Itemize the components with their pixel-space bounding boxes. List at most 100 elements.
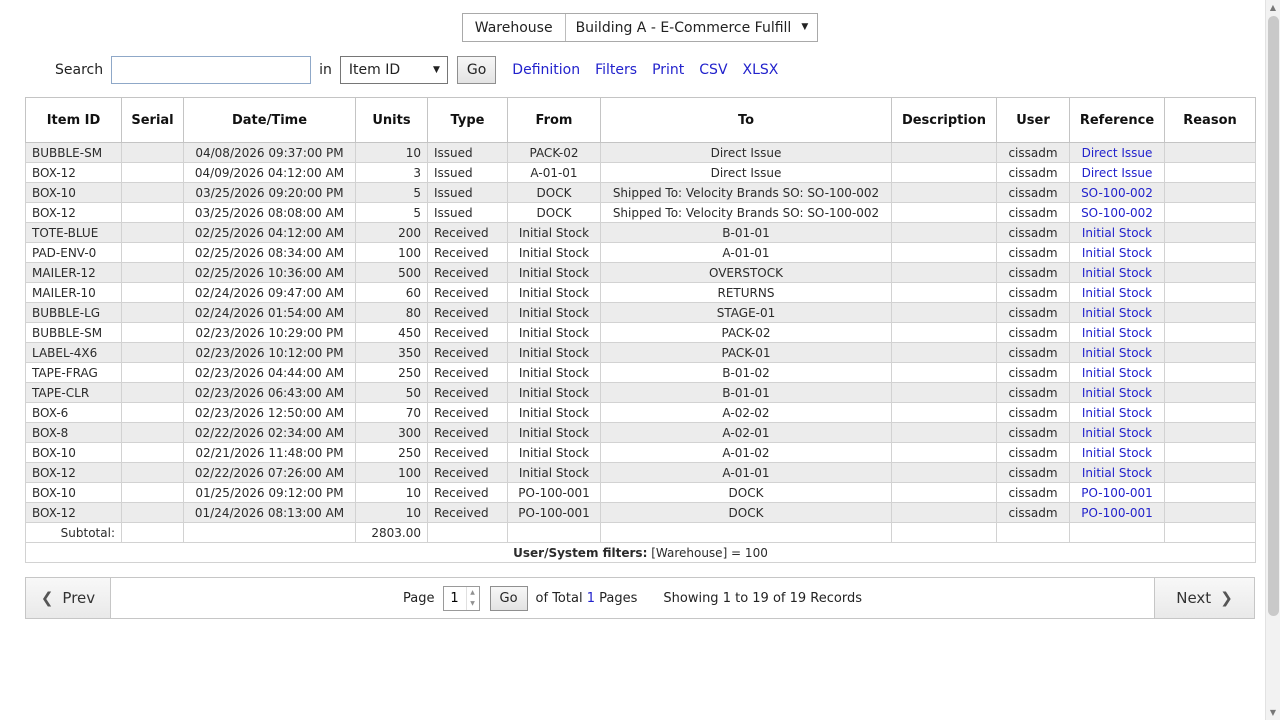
cell-desc — [892, 163, 997, 183]
cell-units: 5 — [356, 183, 428, 203]
cell-to: B-01-01 — [601, 383, 892, 403]
cell-serial — [122, 323, 184, 343]
cell-datetime: 02/24/2026 09:47:00 AM — [184, 283, 356, 303]
reference-link[interactable]: Direct Issue — [1082, 146, 1153, 160]
column-header: Item ID — [26, 98, 122, 143]
cell-reason — [1165, 343, 1256, 363]
cell-item: MAILER-12 — [26, 263, 122, 283]
reference-link[interactable]: Initial Stock — [1082, 366, 1152, 380]
column-header: Date/Time — [184, 98, 356, 143]
warehouse-select[interactable]: Building A - E-Commerce Fulfill ▼ — [566, 14, 818, 41]
stepper-up-icon[interactable]: ▲ — [467, 587, 479, 599]
filter-note: User/System filters: [Warehouse] = 100 — [26, 543, 1256, 563]
cell-ref: Initial Stock — [1070, 243, 1165, 263]
reference-link[interactable]: PO-100-001 — [1081, 486, 1152, 500]
reference-link[interactable]: Initial Stock — [1082, 286, 1152, 300]
xlsx-link[interactable]: XLSX — [743, 62, 779, 78]
cell-type: Received — [428, 363, 508, 383]
reference-link[interactable]: Initial Stock — [1082, 466, 1152, 480]
vertical-scrollbar[interactable]: ▲ ▼ — [1265, 0, 1280, 720]
cell-to: OVERSTOCK — [601, 263, 892, 283]
cell-user: cissadm — [997, 183, 1070, 203]
cell-serial — [122, 363, 184, 383]
search-label: Search — [55, 62, 103, 78]
reference-link[interactable]: Initial Stock — [1082, 326, 1152, 340]
cell-ref: Initial Stock — [1070, 443, 1165, 463]
chevron-down-icon: ▼ — [801, 23, 808, 32]
cell-user: cissadm — [997, 323, 1070, 343]
cell-serial — [122, 243, 184, 263]
cell-type: Received — [428, 443, 508, 463]
cell-datetime: 02/24/2026 01:54:00 AM — [184, 303, 356, 323]
cell-datetime: 02/23/2026 10:29:00 PM — [184, 323, 356, 343]
cell-units: 10 — [356, 483, 428, 503]
table-row: TAPE-FRAG02/23/2026 04:44:00 AM250Receiv… — [26, 363, 1256, 383]
reference-link[interactable]: SO-100-002 — [1081, 206, 1153, 220]
cell-from: Initial Stock — [508, 383, 601, 403]
chevron-down-icon: ▼ — [433, 66, 440, 75]
cell-desc — [892, 383, 997, 403]
reference-link[interactable]: Initial Stock — [1082, 386, 1152, 400]
cell-serial — [122, 143, 184, 163]
cell-datetime: 02/23/2026 12:50:00 AM — [184, 403, 356, 423]
cell-to: B-01-01 — [601, 223, 892, 243]
reference-link[interactable]: Initial Stock — [1082, 266, 1152, 280]
cell-ref: Initial Stock — [1070, 303, 1165, 323]
cell-user: cissadm — [997, 143, 1070, 163]
cell-ref: Direct Issue — [1070, 163, 1165, 183]
cell-desc — [892, 283, 997, 303]
reference-link[interactable]: Initial Stock — [1082, 226, 1152, 240]
reference-link[interactable]: Initial Stock — [1082, 246, 1152, 260]
search-input[interactable] — [111, 56, 311, 84]
total-pages-count: 1 — [587, 591, 595, 606]
definition-link[interactable]: Definition — [512, 62, 580, 78]
print-link[interactable]: Print — [652, 62, 684, 78]
table-row: BOX-802/22/2026 02:34:00 AM300ReceivedIn… — [26, 423, 1256, 443]
cell-datetime: 01/24/2026 08:13:00 AM — [184, 503, 356, 523]
cell-datetime: 02/23/2026 06:43:00 AM — [184, 383, 356, 403]
stepper-down-icon[interactable]: ▼ — [467, 598, 479, 610]
table-row: BOX-1001/25/2026 09:12:00 PM10ReceivedPO… — [26, 483, 1256, 503]
reference-link[interactable]: SO-100-002 — [1081, 186, 1153, 200]
pagination-bar: ❮ Prev Page ▲ ▼ Go of Total 1 Pages Show… — [25, 577, 1255, 619]
cell-units: 350 — [356, 343, 428, 363]
cell-reason — [1165, 403, 1256, 423]
scrollbar-thumb[interactable] — [1268, 16, 1279, 616]
cell-reason — [1165, 423, 1256, 443]
cell-units: 80 — [356, 303, 428, 323]
cell-datetime: 02/21/2026 11:48:00 PM — [184, 443, 356, 463]
in-label: in — [319, 62, 332, 78]
csv-link[interactable]: CSV — [699, 62, 727, 78]
page-go-button[interactable]: Go — [490, 586, 528, 611]
cell-from: Initial Stock — [508, 263, 601, 283]
reference-link[interactable]: Initial Stock — [1082, 306, 1152, 320]
cell-desc — [892, 463, 997, 483]
reference-link[interactable]: Initial Stock — [1082, 346, 1152, 360]
cell-ref: SO-100-002 — [1070, 183, 1165, 203]
page-input[interactable] — [444, 587, 466, 610]
scroll-up-icon[interactable]: ▲ — [1266, 3, 1280, 12]
reference-link[interactable]: Initial Stock — [1082, 446, 1152, 460]
scroll-down-icon[interactable]: ▼ — [1266, 708, 1280, 717]
next-button[interactable]: Next ❯ — [1154, 578, 1254, 618]
cell-type: Issued — [428, 163, 508, 183]
reference-link[interactable]: PO-100-001 — [1081, 506, 1152, 520]
cell-datetime: 02/25/2026 08:34:00 AM — [184, 243, 356, 263]
cell-type: Received — [428, 283, 508, 303]
cell-from: Initial Stock — [508, 363, 601, 383]
reference-link[interactable]: Initial Stock — [1082, 426, 1152, 440]
cell-item: PAD-ENV-0 — [26, 243, 122, 263]
table-row: BOX-1003/25/2026 09:20:00 PM5IssuedDOCKS… — [26, 183, 1256, 203]
cell-serial — [122, 463, 184, 483]
cell-ref: Direct Issue — [1070, 143, 1165, 163]
cell-serial — [122, 383, 184, 403]
chevron-left-icon: ❮ — [41, 589, 54, 607]
cell-reason — [1165, 183, 1256, 203]
reference-link[interactable]: Direct Issue — [1082, 166, 1153, 180]
cell-serial — [122, 503, 184, 523]
prev-button[interactable]: ❮ Prev — [26, 578, 111, 618]
search-field-select[interactable]: Item ID ▼ — [340, 56, 448, 84]
filters-link[interactable]: Filters — [595, 62, 637, 78]
go-button[interactable]: Go — [457, 56, 496, 84]
reference-link[interactable]: Initial Stock — [1082, 406, 1152, 420]
